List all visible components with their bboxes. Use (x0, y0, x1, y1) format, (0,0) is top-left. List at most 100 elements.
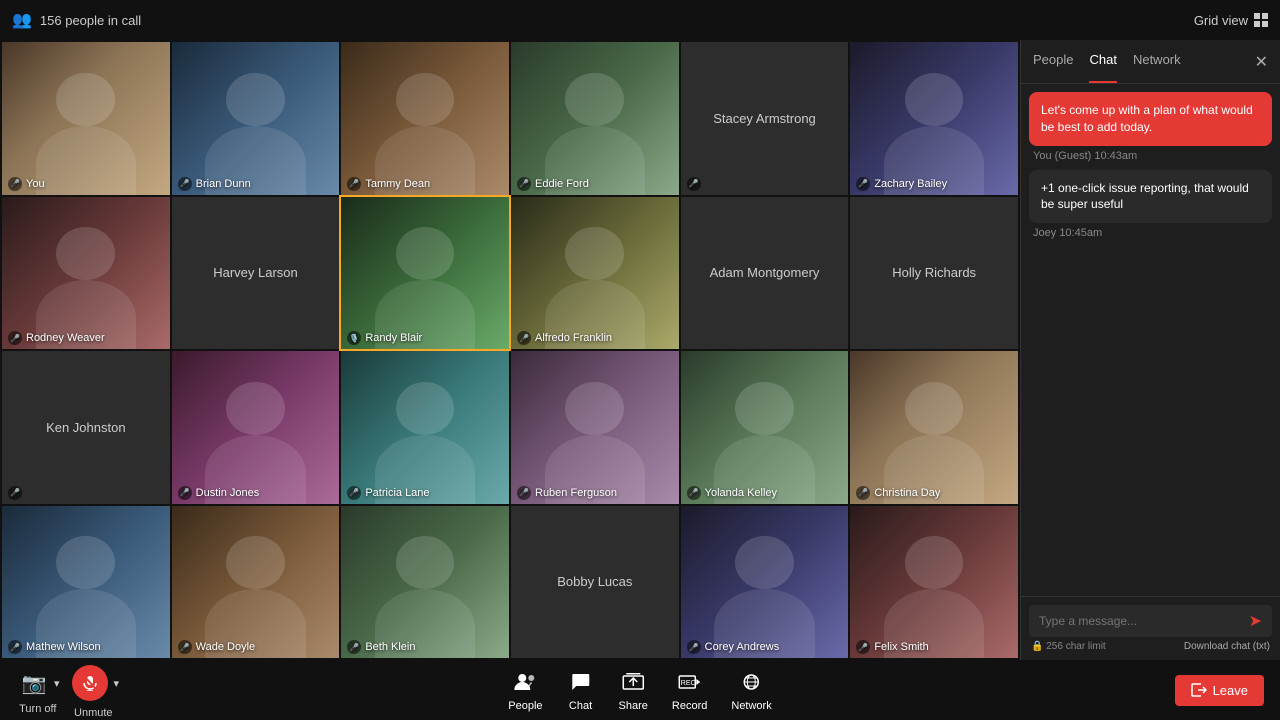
bottom-right-controls: Leave (1175, 675, 1264, 706)
no-video-placeholder: Adam Montgomery (681, 197, 849, 350)
record-label: Record (672, 700, 707, 712)
chat-bubble-other: +1 one-click issue reporting, that would… (1029, 170, 1272, 224)
no-video-placeholder: Ken Johnston (2, 351, 170, 504)
tab-chat[interactable]: Chat (1089, 40, 1116, 83)
camera-chevron-button[interactable]: ▾ (54, 677, 60, 690)
network-icon (738, 668, 766, 696)
table-row[interactable]: 🎤 Dustin Jones (172, 351, 340, 504)
main-content: 🎤 You 🎤 Brian Dunn 🎤 Tammy Dean (0, 40, 1280, 660)
table-row[interactable]: Holly Richards (850, 197, 1018, 350)
network-label: Network (731, 700, 771, 712)
table-row[interactable]: Bobby Lucas (511, 506, 679, 659)
table-row[interactable]: Ken Johnston 🎤 (2, 351, 170, 504)
people-icon (511, 668, 539, 696)
table-row[interactable]: 🎤 Rodney Weaver (2, 197, 170, 350)
chat-icon (567, 668, 595, 696)
mic-muted-icon: 🎤 (178, 177, 192, 191)
table-row[interactable]: 🎤 Christina Day (850, 351, 1018, 504)
no-video-placeholder: Bobby Lucas (511, 506, 679, 659)
camera-icon: 📷 (20, 669, 48, 697)
tab-network[interactable]: Network (1133, 40, 1181, 83)
download-chat-link[interactable]: Download chat (txt) (1184, 641, 1270, 652)
chat-send-button[interactable]: ➤ (1249, 611, 1262, 631)
table-row[interactable]: 🎤 Alfredo Franklin (511, 197, 679, 350)
mic-muted-icon: 🎤 (517, 486, 531, 500)
leave-button[interactable]: Leave (1175, 675, 1264, 706)
video-grid: 🎤 You 🎤 Brian Dunn 🎤 Tammy Dean (0, 40, 1020, 660)
table-row[interactable]: 🎤 Wade Doyle (172, 506, 340, 659)
top-bar: 👥 156 people in call Grid view (0, 0, 1280, 40)
table-row[interactable]: 🎤 Corey Andrews (681, 506, 849, 659)
mic-muted-icon: 🎤 (856, 177, 870, 191)
no-video-placeholder: Stacey Armstrong (681, 42, 849, 195)
table-row[interactable]: 🎤 Felix Smith (850, 506, 1018, 659)
sidebar: People Chat Network ✕ Let's come up with… (1020, 40, 1280, 660)
mic-muted-icon: 🎤 (347, 640, 361, 654)
chat-bubble-self: Let's come up with a plan of what would … (1029, 92, 1272, 146)
mic-chevron-button[interactable]: ▾ (114, 677, 120, 690)
table-row[interactable]: 🎤 Patricia Lane (341, 351, 509, 504)
bottom-center-controls: People Chat Share (500, 664, 779, 716)
grid-view-icon (1254, 13, 1268, 27)
chat-message-other: +1 one-click issue reporting, that would… (1029, 170, 1272, 240)
sidebar-close-button[interactable]: ✕ (1255, 52, 1268, 72)
camera-button[interactable]: 📷 (16, 665, 52, 701)
table-row[interactable]: 🎤 Zachary Bailey (850, 42, 1018, 195)
mic-muted-icon: 🎤 (856, 640, 870, 654)
chat-footer: 🔒 256 char limit Download chat (txt) (1029, 641, 1272, 652)
chat-label: Chat (569, 700, 592, 712)
bottom-left-controls: 📷 ▾ Turn off (16, 661, 119, 719)
mic-muted-icon: 🎤 (178, 640, 192, 654)
no-video-placeholder: Harvey Larson (172, 197, 340, 350)
table-row[interactable]: Harvey Larson (172, 197, 340, 350)
mic-active-icon: 🎙️ (347, 331, 361, 345)
share-icon (619, 668, 647, 696)
table-row[interactable]: 🎤 You (2, 42, 170, 195)
record-icon: REC (676, 668, 704, 696)
unmute-button[interactable] (68, 661, 112, 705)
chat-input-row: ➤ (1029, 605, 1272, 637)
table-row[interactable]: 🎙️ Randy Blair (341, 197, 509, 350)
share-label: Share (619, 700, 648, 712)
chat-input-area: ➤ 🔒 256 char limit Download chat (txt) (1021, 596, 1280, 660)
table-row[interactable]: 🎤 Yolanda Kelley (681, 351, 849, 504)
unmute-label: Unmute (74, 707, 113, 719)
table-row[interactable]: 🎤 Brian Dunn (172, 42, 340, 195)
grid-view-button[interactable]: Grid view (1194, 13, 1268, 28)
table-row[interactable]: 🎤 Mathew Wilson (2, 506, 170, 659)
chat-button[interactable]: Chat (559, 664, 603, 716)
table-row[interactable]: Adam Montgomery (681, 197, 849, 350)
mic-muted-icon: 🎤 (687, 486, 701, 500)
leave-label: Leave (1213, 683, 1248, 698)
mic-muted-icon: 🎤 (178, 486, 192, 500)
chat-message-self: Let's come up with a plan of what would … (1029, 92, 1272, 162)
table-row[interactable]: 🎤 Ruben Ferguson (511, 351, 679, 504)
top-bar-left: 👥 156 people in call (12, 10, 141, 30)
bottom-bar: 📷 ▾ Turn off (0, 660, 1280, 720)
people-button[interactable]: People (500, 664, 550, 716)
mic-muted-icon: 🎤 (517, 177, 531, 191)
record-button[interactable]: REC Record (664, 664, 715, 716)
sidebar-tabs: People Chat Network ✕ (1021, 40, 1280, 84)
chat-message-input[interactable] (1039, 614, 1241, 628)
svg-text:REC: REC (681, 680, 696, 687)
people-count-icon: 👥 (12, 10, 32, 30)
network-button[interactable]: Network (723, 664, 779, 716)
table-row[interactable]: 🎤 Beth Klein (341, 506, 509, 659)
mic-muted-icon: 🎤 (8, 331, 22, 345)
table-row[interactable]: Stacey Armstrong 🎤 (681, 42, 849, 195)
tab-people[interactable]: People (1033, 40, 1073, 83)
turn-off-label: Turn off (19, 703, 56, 715)
mic-muted-icon: 🎤 (687, 177, 701, 191)
mic-muted-icon: 🎤 (347, 177, 361, 191)
table-row[interactable]: 🎤 Eddie Ford (511, 42, 679, 195)
no-video-placeholder: Holly Richards (850, 197, 1018, 350)
mic-muted-icon: 🎤 (687, 640, 701, 654)
people-count-label: 156 people in call (40, 13, 141, 28)
mic-red-icon (72, 665, 108, 701)
leave-icon (1191, 683, 1207, 697)
mic-muted-icon: 🎤 (8, 640, 22, 654)
table-row[interactable]: 🎤 Tammy Dean (341, 42, 509, 195)
share-button[interactable]: Share (611, 664, 656, 716)
video-area: 🎤 You 🎤 Brian Dunn 🎤 Tammy Dean (0, 40, 1020, 660)
